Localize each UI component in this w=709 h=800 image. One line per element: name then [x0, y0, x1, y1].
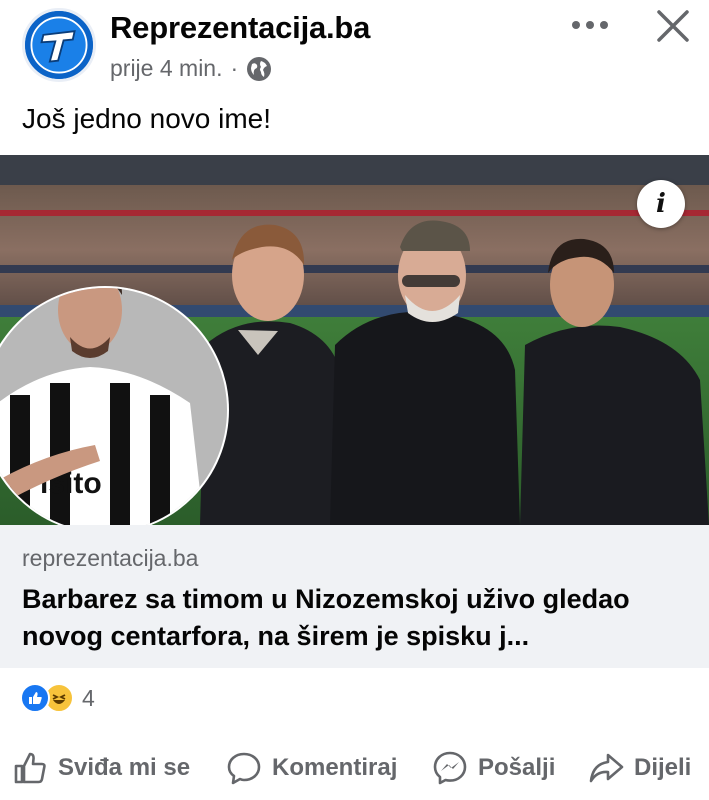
share-button[interactable]: Dijeli — [588, 742, 691, 794]
comment-button[interactable]: Komentiraj — [226, 742, 397, 794]
reaction-count: 4 — [82, 684, 95, 711]
link-domain: reprezentacija.ba — [22, 545, 199, 571]
share-label: Dijeli — [634, 754, 692, 781]
messenger-icon — [433, 751, 467, 785]
more-options-icon[interactable] — [570, 10, 610, 40]
link-preview-image[interactable]: isito — [0, 155, 709, 525]
link-title[interactable]: Barbarez sa timom u Nizozemskoj uživo gl… — [22, 581, 692, 655]
speech-bubble-icon — [227, 752, 261, 785]
like-button[interactable]: Sviđa mi se — [12, 742, 190, 794]
globe-icon — [247, 56, 272, 81]
send-button[interactable]: Pošalji — [432, 742, 555, 794]
link-preview[interactable]: reprezentacija.ba Barbarez sa timom u Ni… — [0, 525, 709, 668]
post-time[interactable]: prije 4 min. — [110, 55, 222, 82]
stadium-photo: isito — [0, 155, 709, 525]
like-reaction-icon — [20, 683, 50, 713]
close-icon[interactable] — [653, 6, 693, 46]
meta-separator: · — [230, 55, 239, 81]
page-name[interactable]: Reprezentacija.ba — [110, 10, 370, 46]
reactions-summary[interactable]: 4 — [20, 681, 95, 715]
reprezentacija-logo-icon — [25, 11, 93, 79]
comment-label: Komentiraj — [272, 754, 398, 781]
info-icon[interactable]: i — [637, 180, 685, 228]
share-arrow-icon — [589, 753, 624, 783]
send-label: Pošalji — [478, 754, 556, 781]
post-actions: Sviđa mi se Komentiraj Pošalji Dijeli — [0, 742, 709, 794]
thumbs-up-icon — [14, 752, 46, 784]
post-text: Još jedno novo ime! — [22, 103, 272, 134]
post-header: Reprezentacija.ba prije 4 min. · — [0, 0, 709, 95]
page-avatar[interactable] — [22, 8, 96, 82]
like-label: Sviđa mi se — [58, 754, 191, 781]
post-meta: prije 4 min. · — [110, 55, 272, 82]
